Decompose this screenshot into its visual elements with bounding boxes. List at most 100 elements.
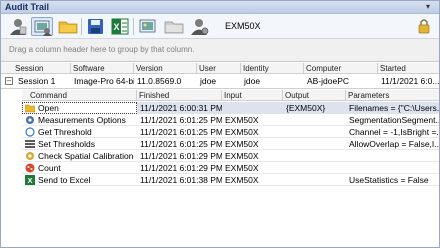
audit-trail-window: Audit Trail ▾ X EXM50X Drag a column hea… bbox=[0, 0, 440, 248]
command-cell: X Send to Excel bbox=[22, 174, 137, 186]
command-row[interactable]: Count 11/1/2021 6:01:29 PM EXM50X bbox=[22, 162, 439, 174]
collapse-toggle[interactable]: – bbox=[5, 77, 13, 85]
command-row[interactable]: Open 11/1/2021 6:00:31 PM {EXM50X} Filen… bbox=[22, 102, 439, 114]
toolbar: X EXM50X bbox=[1, 14, 439, 39]
pin-icon[interactable]: ▾ bbox=[423, 2, 433, 12]
command-label: Check Spatial Calibration bbox=[38, 151, 134, 161]
command-label: Send to Excel bbox=[38, 175, 91, 185]
output-cell: {EXM50X} bbox=[283, 102, 346, 114]
command-cell: Check Spatial Calibration bbox=[22, 150, 137, 162]
output-cell bbox=[283, 114, 346, 126]
command-cell: Count bbox=[22, 162, 137, 174]
list-icon bbox=[25, 139, 35, 149]
command-label: Open bbox=[38, 103, 59, 113]
finished-cell: 11/1/2021 6:01:29 PM bbox=[140, 151, 222, 161]
input-cell: EXM50X bbox=[225, 163, 259, 173]
command-cell: Get Threshold bbox=[22, 126, 137, 138]
parameters-cell: SegmentationSegment... bbox=[349, 115, 439, 125]
started-cell: 11/1/2021 6:0... bbox=[381, 76, 439, 86]
folder-open-icon bbox=[25, 103, 35, 113]
input-cell: EXM50X bbox=[225, 175, 259, 185]
header-user[interactable]: User bbox=[197, 63, 241, 74]
parameters-cell bbox=[346, 150, 439, 162]
command-label: Get Threshold bbox=[38, 127, 92, 137]
finished-cell: 11/1/2021 6:01:38 PM bbox=[140, 175, 222, 185]
input-cell: EXM50X bbox=[225, 139, 259, 149]
command-row[interactable]: Get Threshold 11/1/2021 6:01:25 PM EXM50… bbox=[22, 126, 439, 138]
title-bar: Audit Trail ▾ bbox=[1, 1, 439, 14]
toolbar-separator bbox=[81, 18, 82, 35]
output-cell bbox=[283, 126, 346, 138]
parameters-cell bbox=[346, 162, 439, 174]
current-image-label: EXM50X bbox=[225, 21, 261, 31]
window-title: Audit Trail bbox=[5, 2, 50, 12]
header-identity[interactable]: Identity bbox=[241, 63, 304, 74]
finished-cell: 11/1/2021 6:00:31 PM bbox=[137, 102, 222, 114]
computer-cell: AB-jdoePC bbox=[307, 76, 350, 86]
input-cell: EXM50X bbox=[225, 115, 259, 125]
output-cell bbox=[283, 162, 346, 174]
output-cell bbox=[283, 138, 346, 150]
command-cell: Open bbox=[22, 102, 137, 114]
excel-export-icon[interactable]: X bbox=[109, 17, 131, 36]
header-software[interactable]: Software bbox=[71, 63, 134, 74]
finished-cell: 11/1/2021 6:01:25 PM bbox=[140, 127, 222, 137]
command-row[interactable]: Set Thresholds 11/1/2021 6:01:25 PM EXM5… bbox=[22, 138, 439, 150]
session-row[interactable]: – Session 1 Image-Pro 64-bit 11.0.8569.0… bbox=[1, 74, 439, 89]
input-cell: EXM50X bbox=[225, 127, 259, 137]
header-command[interactable]: Command bbox=[22, 90, 137, 101]
command-row[interactable]: Measurements Options 11/1/2021 6:01:25 P… bbox=[22, 114, 439, 126]
output-cell bbox=[283, 174, 346, 186]
command-cell: Measurements Options bbox=[22, 114, 137, 126]
parameters-cell: Channel = -1,IsBright =... bbox=[349, 127, 439, 137]
sessions-header-row: Session Software Version User Identity C… bbox=[1, 63, 439, 74]
gear-icon bbox=[25, 115, 35, 125]
header-input[interactable]: Input bbox=[222, 90, 283, 101]
user-icon[interactable] bbox=[7, 17, 29, 36]
folder-open-icon[interactable] bbox=[57, 17, 79, 36]
header-version[interactable]: Version bbox=[134, 63, 197, 74]
group-by-hint: Drag a column header here to group by th… bbox=[9, 45, 195, 54]
identity-cell: jdoe bbox=[244, 76, 261, 86]
command-row[interactable]: Check Spatial Calibration 11/1/2021 6:01… bbox=[22, 150, 439, 162]
circle-threshold-icon bbox=[25, 127, 35, 137]
input-cell: EXM50X bbox=[225, 151, 259, 161]
group-by-panel[interactable]: Drag a column header here to group by th… bbox=[1, 39, 439, 62]
image-session-icon[interactable] bbox=[31, 17, 53, 36]
header-started[interactable]: Started bbox=[378, 63, 439, 74]
version-cell: 11.0.8569.0 bbox=[137, 76, 182, 86]
user-settings-icon[interactable] bbox=[189, 17, 211, 36]
image-view-icon[interactable] bbox=[137, 17, 159, 36]
calibration-gear-icon bbox=[25, 151, 35, 161]
parameters-cell: AllowOverlap = False,I... bbox=[349, 139, 439, 149]
output-cell bbox=[283, 150, 346, 162]
count-icon bbox=[25, 163, 35, 173]
header-parameters[interactable]: Parameters bbox=[346, 90, 439, 101]
parameters-cell: UseStatistics = False bbox=[349, 175, 429, 185]
header-computer[interactable]: Computer bbox=[304, 63, 378, 74]
audit-grid: Session Software Version User Identity C… bbox=[1, 63, 439, 247]
command-label: Measurements Options bbox=[38, 115, 126, 125]
svg-text:X: X bbox=[27, 176, 32, 185]
finished-cell: 11/1/2021 6:01:29 PM bbox=[140, 163, 222, 173]
finished-cell: 11/1/2021 6:01:25 PM bbox=[140, 115, 222, 125]
header-finished[interactable]: Finished bbox=[137, 90, 222, 101]
svg-text:X: X bbox=[113, 22, 119, 32]
command-label: Set Thresholds bbox=[38, 139, 96, 149]
user-cell: jdoe bbox=[200, 76, 217, 86]
send-to-excel-icon: X bbox=[25, 175, 35, 185]
header-session[interactable]: Session bbox=[1, 63, 71, 74]
command-cell: Set Thresholds bbox=[22, 138, 137, 150]
lock-icon[interactable] bbox=[417, 18, 431, 34]
command-row[interactable]: X Send to Excel 11/1/2021 6:01:38 PM EXM… bbox=[22, 174, 439, 186]
save-disk-icon[interactable] bbox=[85, 17, 107, 36]
command-label: Count bbox=[38, 163, 61, 173]
commands-header-row: Command Finished Input Output Parameters bbox=[22, 90, 439, 101]
finished-cell: 11/1/2021 6:01:25 PM bbox=[140, 139, 222, 149]
software-cell: Image-Pro 64-bit bbox=[74, 76, 134, 86]
header-output[interactable]: Output bbox=[283, 90, 346, 101]
toolbar-separator bbox=[133, 18, 134, 35]
input-cell bbox=[222, 102, 283, 114]
folder-icon[interactable] bbox=[163, 17, 185, 36]
session-cell: Session 1 bbox=[18, 76, 56, 86]
